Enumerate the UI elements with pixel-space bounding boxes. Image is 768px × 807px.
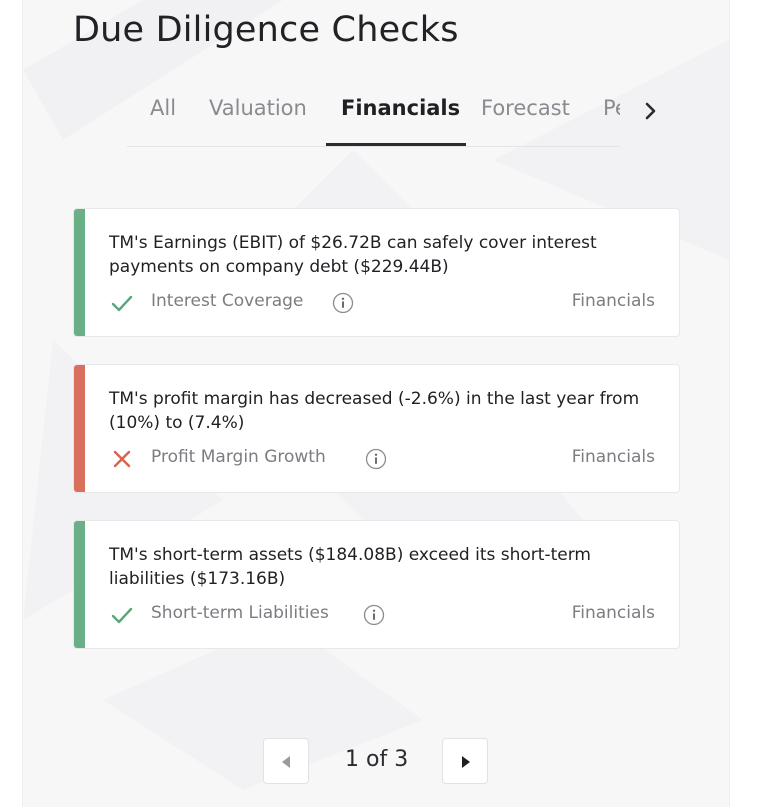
check-card-short-term-liabilities[interactable]: TM's short-term assets ($184.08B) exceed… — [73, 520, 680, 649]
info-icon[interactable] — [363, 604, 385, 626]
check-name: Interest Coverage — [151, 291, 304, 311]
fail-accent-bar — [74, 365, 85, 492]
previous-page-button[interactable] — [263, 738, 309, 784]
check-description: TM's Earnings (EBIT) of $26.72B can safe… — [109, 233, 597, 277]
page-indicator: 1 of 3 — [345, 747, 409, 772]
check-icon — [111, 607, 133, 624]
pass-accent-bar — [74, 209, 85, 336]
tab-financials[interactable]: Financials — [341, 96, 460, 120]
check-description: TM's profit margin has decreased (-2.6%)… — [109, 389, 640, 433]
triangle-left-icon — [282, 756, 290, 768]
tab-forecast[interactable]: Forecast — [481, 96, 570, 120]
check-card-interest-coverage[interactable]: TM's Earnings (EBIT) of $26.72B can safe… — [73, 208, 680, 337]
cross-icon — [113, 450, 131, 468]
info-icon[interactable] — [332, 292, 354, 314]
tab-valuation[interactable]: Valuation — [209, 96, 307, 120]
info-icon[interactable] — [365, 448, 387, 470]
tab-all[interactable]: All — [150, 96, 176, 120]
check-icon — [111, 295, 133, 312]
check-name: Short-term Liabilities — [151, 603, 329, 623]
next-page-button[interactable] — [442, 738, 488, 784]
page: Due Diligence Checks All Valuation Finan… — [0, 0, 768, 807]
active-tab-indicator — [326, 143, 466, 146]
check-category: Financials — [571, 603, 655, 623]
due-diligence-panel: Due Diligence Checks All Valuation Finan… — [22, 0, 730, 807]
check-category: Financials — [571, 447, 655, 467]
pagination: 1 of 3 — [263, 738, 493, 788]
pass-accent-bar — [74, 521, 85, 648]
check-description: TM's short-term assets ($184.08B) exceed… — [109, 545, 591, 589]
page-title: Due Diligence Checks — [73, 10, 459, 50]
check-name: Profit Margin Growth — [151, 447, 326, 467]
triangle-right-icon — [462, 756, 470, 768]
tab-past-performance[interactable]: Pe — [603, 96, 620, 120]
chevron-right-icon — [645, 102, 656, 120]
category-tabs: All Valuation Financials Forecast Pe — [127, 82, 620, 147]
check-category: Financials — [571, 291, 655, 311]
check-card-profit-margin-growth[interactable]: TM's profit margin has decreased (-2.6%)… — [73, 364, 680, 493]
tabs-next-button[interactable] — [636, 96, 666, 126]
